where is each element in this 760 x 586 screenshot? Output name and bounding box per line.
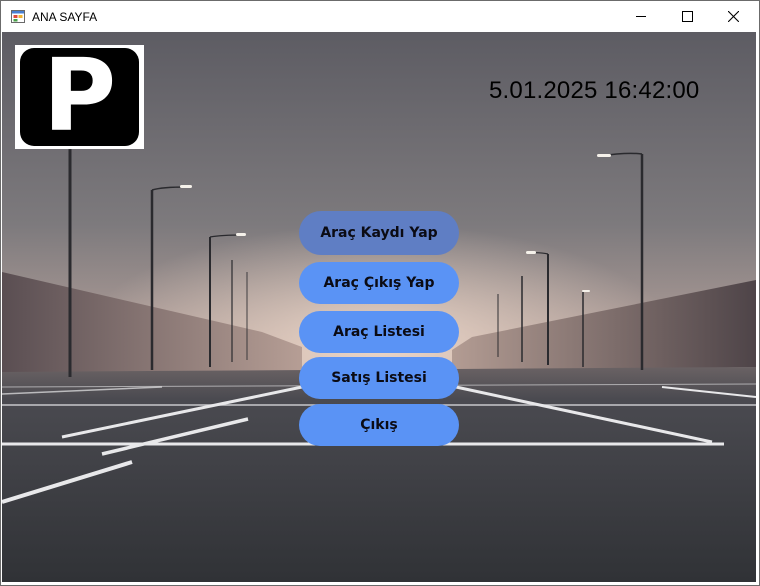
close-icon bbox=[728, 11, 739, 22]
maximize-button[interactable] bbox=[665, 1, 711, 32]
parking-logo: P bbox=[15, 40, 144, 152]
close-button[interactable] bbox=[711, 1, 757, 32]
minimize-icon bbox=[636, 16, 646, 17]
main-window: ANA SAYFA P 5.01.2025 16:42:00 Araç Kayd… bbox=[0, 0, 760, 586]
sales-list-button[interactable]: Satış Listesi bbox=[299, 357, 459, 399]
window-title: ANA SAYFA bbox=[32, 10, 98, 24]
vehicle-list-button[interactable]: Araç Listesi bbox=[299, 311, 459, 353]
minimize-button[interactable] bbox=[619, 1, 665, 32]
parking-sign-icon: P bbox=[20, 40, 139, 152]
maximize-icon bbox=[682, 11, 693, 22]
form-client-area: P 5.01.2025 16:42:00 Araç Kaydı Yap Araç… bbox=[2, 32, 756, 582]
title-bar[interactable]: ANA SAYFA bbox=[1, 1, 759, 32]
datetime-label: 5.01.2025 16:42:00 bbox=[489, 77, 700, 104]
exit-button[interactable]: Çıkış bbox=[299, 404, 459, 446]
parking-logo-letter: P bbox=[42, 37, 117, 154]
vehicle-exit-button[interactable]: Araç Çıkış Yap bbox=[299, 262, 459, 304]
app-form-icon bbox=[11, 10, 25, 23]
vehicle-entry-button[interactable]: Araç Kaydı Yap bbox=[299, 211, 459, 255]
